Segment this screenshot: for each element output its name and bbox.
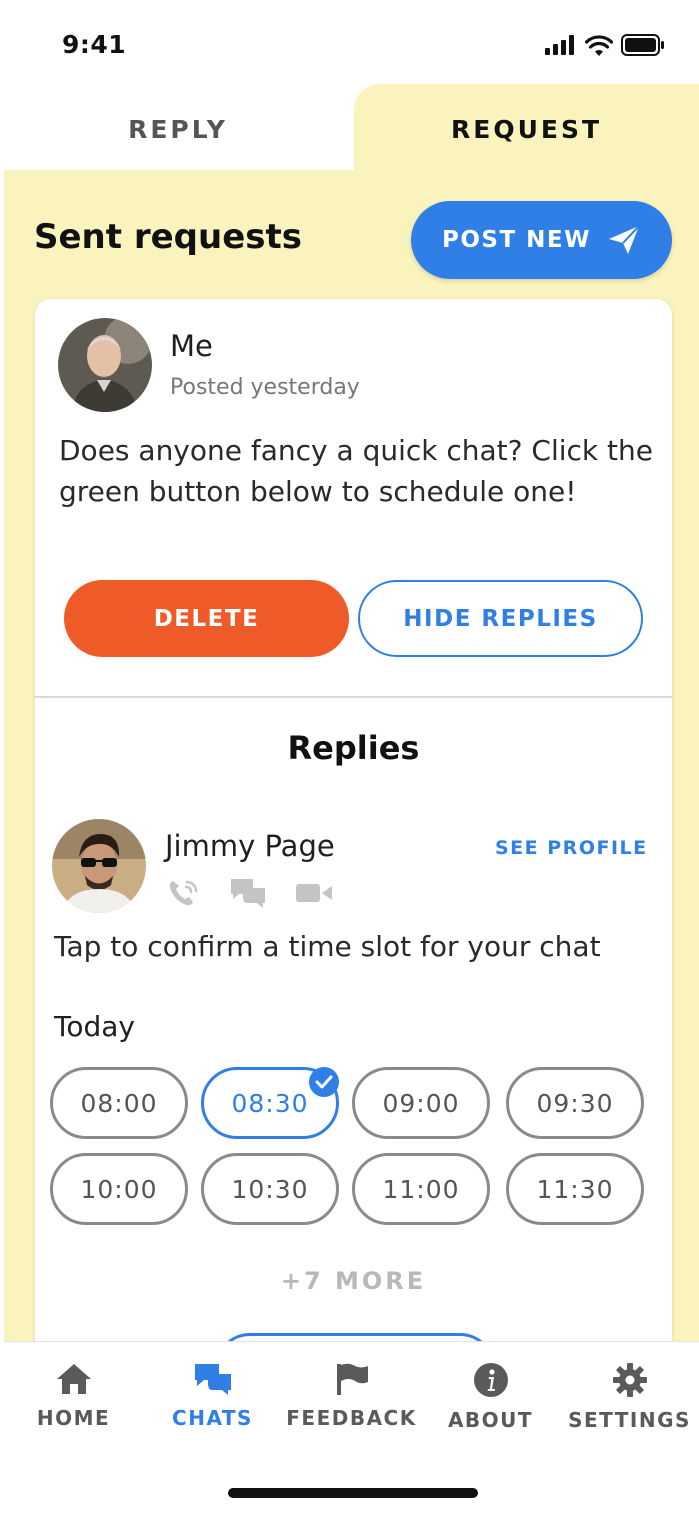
time-slot[interactable]: 11:30 bbox=[506, 1153, 644, 1225]
request-card: Me Posted yesterday Does anyone fancy a … bbox=[35, 299, 672, 1359]
contact-options bbox=[167, 877, 333, 909]
status-bar: 9:41 bbox=[0, 0, 699, 90]
video-icon[interactable] bbox=[295, 881, 333, 905]
nav-settings[interactable]: SETTINGS bbox=[560, 1342, 699, 1452]
nav-label: CHATS bbox=[172, 1406, 253, 1430]
nav-label: ABOUT bbox=[447, 1408, 534, 1432]
day-label: Today bbox=[54, 1010, 135, 1043]
time-slot[interactable]: 09:00 bbox=[352, 1067, 490, 1139]
check-icon bbox=[309, 1067, 339, 1097]
bottom-nav: HOME CHATS FEEDBACK ABOUT SETTINGS bbox=[4, 1341, 699, 1452]
page-title: Sent requests bbox=[34, 217, 302, 257]
post-timestamp: Posted yesterday bbox=[170, 375, 360, 400]
tab-request[interactable]: REQUEST bbox=[354, 84, 699, 174]
more-slots-link[interactable]: +7 MORE bbox=[35, 1267, 672, 1295]
delete-button[interactable]: DELETE bbox=[64, 580, 349, 657]
time-slot[interactable]: 11:00 bbox=[352, 1153, 490, 1225]
confirm-instruction: Tap to confirm a time slot for your chat bbox=[54, 930, 601, 963]
poster-name: Me bbox=[170, 329, 213, 363]
divider bbox=[35, 696, 672, 698]
nav-feedback[interactable]: FEEDBACK bbox=[282, 1342, 421, 1452]
time-slot-selected[interactable]: 08:30 bbox=[201, 1067, 339, 1139]
nav-home[interactable]: HOME bbox=[4, 1342, 143, 1452]
nav-label: HOME bbox=[36, 1406, 111, 1430]
home-icon bbox=[56, 1364, 91, 1394]
nav-label: FEEDBACK bbox=[286, 1406, 417, 1430]
reply-name: Jimmy Page bbox=[165, 829, 335, 863]
nav-chats[interactable]: CHATS bbox=[143, 1342, 282, 1452]
signal-icon bbox=[545, 35, 574, 55]
flag-icon bbox=[336, 1363, 368, 1395]
info-icon bbox=[473, 1363, 508, 1397]
see-profile-link[interactable]: SEE PROFILE bbox=[495, 837, 648, 859]
post-new-button[interactable]: POST NEW bbox=[411, 201, 672, 279]
hide-replies-button[interactable]: HIDE REPLIES bbox=[358, 580, 643, 657]
replies-heading: Replies bbox=[287, 729, 420, 767]
post-new-label: POST NEW bbox=[441, 227, 591, 253]
status-time: 9:41 bbox=[62, 30, 127, 59]
nav-about[interactable]: ABOUT bbox=[421, 1342, 560, 1452]
avatar bbox=[58, 318, 152, 412]
time-slot[interactable]: 08:00 bbox=[50, 1067, 188, 1139]
home-indicator[interactable] bbox=[228, 1488, 478, 1498]
time-slot[interactable]: 09:30 bbox=[506, 1067, 644, 1139]
status-icons bbox=[545, 34, 665, 56]
time-slot[interactable]: 10:30 bbox=[201, 1153, 339, 1225]
battery-icon bbox=[621, 34, 664, 56]
chats-icon bbox=[194, 1364, 231, 1395]
reply-avatar bbox=[52, 819, 146, 913]
tab-reply[interactable]: REPLY bbox=[4, 84, 352, 174]
post-body: Does anyone fancy a quick chat? Click th… bbox=[59, 434, 653, 508]
phone-icon[interactable] bbox=[167, 878, 201, 908]
wifi-icon bbox=[585, 34, 613, 56]
nav-label: SETTINGS bbox=[568, 1408, 691, 1432]
time-slot-label: 08:30 bbox=[231, 1088, 309, 1118]
tab-bar: REPLY REQUEST bbox=[4, 84, 699, 174]
gear-icon bbox=[612, 1363, 647, 1397]
chat-icon[interactable] bbox=[229, 877, 267, 909]
send-icon bbox=[609, 225, 640, 254]
time-slot[interactable]: 10:00 bbox=[50, 1153, 188, 1225]
